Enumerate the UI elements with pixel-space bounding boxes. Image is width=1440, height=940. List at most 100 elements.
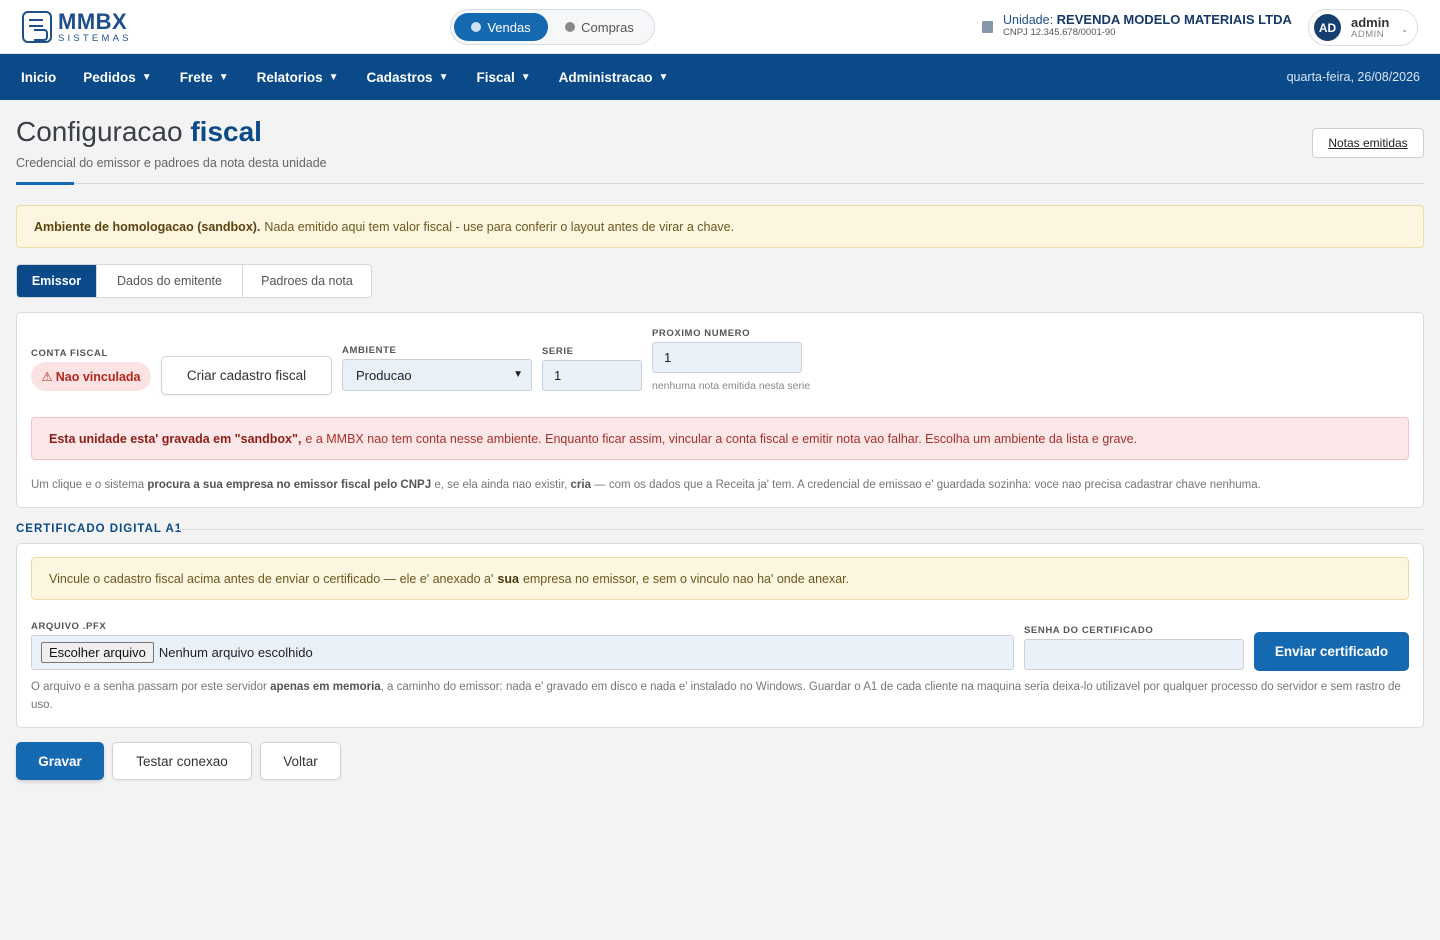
nav-item-label: Administracao [558, 69, 653, 85]
proximo-numero-input[interactable]: 1 [652, 342, 802, 373]
caret-down-icon: ▼ [438, 71, 449, 83]
building-icon [982, 21, 993, 33]
page-title-light: Configuracao [16, 116, 183, 147]
file-status: Nenhum arquivo escolhido [158, 645, 313, 660]
voltar-button[interactable]: Voltar [260, 742, 341, 780]
proximo-numero-value: 1 [664, 350, 672, 365]
note-text: e, se ela ainda nao existir, [434, 479, 568, 491]
section-divider [176, 529, 1424, 530]
mode-vendas-label: Vendas [487, 19, 531, 35]
senha-certificado-label: SENHA DO CERTIFICADO [1024, 625, 1154, 636]
user-name: admin [1351, 14, 1390, 30]
testar-conexao-button[interactable]: Testar conexao [112, 742, 252, 780]
user-role: ADMIN [1351, 28, 1385, 40]
certificado-card: Vincule o cadastro fiscal acima antes de… [16, 543, 1424, 728]
header-divider-accent [16, 182, 74, 185]
escolher-arquivo-button[interactable]: Escolher arquivo [41, 642, 154, 663]
mode-switch: Vendas Compras [450, 9, 655, 45]
warning-bold: sua [497, 571, 519, 586]
brand-sub: SISTEMAS [58, 32, 132, 44]
nav-item-label: Fiscal [476, 69, 515, 85]
emissor-help-note: Um clique e o sistema procura a sua empr… [31, 477, 1411, 495]
mode-vendas-button[interactable]: Vendas [454, 13, 548, 41]
emissor-card: CONTA FISCAL ⚠ Nao vinculada Criar cadas… [16, 312, 1424, 508]
warning-icon: ⚠ [41, 370, 53, 384]
serie-label: SERIE [542, 346, 574, 357]
chevron-down-icon: ▼ [513, 369, 523, 380]
arquivo-pfx-label: ARQUIVO .PFX [31, 621, 107, 632]
caret-down-icon: ▼ [520, 71, 531, 83]
certificado-section-title: CERTIFICADO DIGITAL A1 [16, 523, 183, 535]
tab-bar: Emissor Dados do emitente Padroes da not… [16, 264, 372, 298]
ambiente-select[interactable]: Producao ▼ [342, 359, 532, 391]
page-title: Configuracao fiscal [16, 116, 262, 148]
page-subtitle: Credencial do emissor e padroes da nota … [16, 156, 327, 170]
note-bold: cria [570, 479, 591, 491]
main-nav: Inicio Pedidos ▼ Frete ▼ Relatorios ▼ Cadas… [0, 54, 1440, 100]
conta-fiscal-label: CONTA FISCAL [31, 348, 108, 359]
nav-item-frete[interactable]: Frete ▼ [180, 70, 229, 85]
top-header: MMBX SISTEMAS Vendas Compras Unidade: RE… [0, 0, 1440, 54]
note-text: — com os dados que a Receita ja' tem. A … [594, 479, 1261, 491]
sandbox-warning: Ambiente de homologacao (sandbox). Nada … [16, 205, 1424, 248]
status-badge: ⚠ Nao vinculada [31, 362, 151, 391]
unit-cnpj: CNPJ 12.345.678/0001-90 [1003, 26, 1116, 38]
criar-cadastro-fiscal-button[interactable]: Criar cadastro fiscal [161, 356, 332, 395]
note-text: Um clique e o sistema [31, 479, 145, 491]
brand-name: MMBX [58, 8, 128, 34]
nav-item-inicio[interactable]: Inicio [21, 70, 56, 85]
ambiente-select-value: Producao [356, 367, 412, 383]
notas-emitidas-button[interactable]: Notas emitidas [1312, 128, 1424, 158]
unit-name: REVENDA MODELO MATERIAIS LTDA [1056, 12, 1292, 27]
nav-item-label: Frete [179, 69, 213, 85]
tab-emissor[interactable]: Emissor [17, 265, 97, 297]
nav-item-label: Relatorios [256, 69, 323, 85]
gravar-button[interactable]: Gravar [16, 742, 104, 780]
brand-logo[interactable]: MMBX SISTEMAS [22, 10, 132, 44]
certificado-help-note: O arquivo e a senha passam por este serv… [31, 679, 1411, 715]
user-menu[interactable]: AD admin ADMIN ⌄ [1308, 9, 1418, 46]
note-bold: apenas em memoria [270, 681, 381, 693]
nav-item-relatorios[interactable]: Relatorios ▼ [257, 70, 339, 85]
unit-info: Unidade: REVENDA MODELO MATERIAIS LTDA C… [982, 12, 1292, 41]
note-text: O arquivo e a senha passam por este serv… [31, 681, 267, 693]
caret-down-icon: ▼ [658, 71, 669, 83]
tab-dados-do-emitente[interactable]: Dados do emitente [97, 265, 243, 297]
header-divider [16, 183, 1424, 184]
compras-icon [565, 22, 576, 32]
proximo-numero-hint: nenhuma nota emitida nesta serie [652, 380, 811, 392]
mode-compras-label: Compras [581, 19, 634, 35]
sandbox-warning-text: Nada emitido aqui tem valor fiscal - use… [264, 219, 735, 234]
enviar-certificado-button[interactable]: Enviar certificado [1254, 632, 1409, 671]
warning-text: Vincule o cadastro fiscal acima antes de… [49, 571, 494, 586]
chevron-down-icon: ⌄ [1401, 25, 1408, 34]
ambiente-error-alert: Esta unidade esta' gravada em "sandbox",… [31, 417, 1409, 460]
ambiente-label: AMBIENTE [342, 345, 397, 356]
brand-mark-icon [22, 11, 52, 43]
sandbox-warning-bold: Ambiente de homologacao (sandbox). [34, 219, 261, 234]
certificado-warning: Vincule o cadastro fiscal acima antes de… [31, 557, 1409, 600]
nav-item-label: Inicio [21, 69, 57, 85]
status-badge-text: Nao vinculada [55, 369, 141, 384]
ambiente-error-bold: Esta unidade esta' gravada em "sandbox", [49, 431, 302, 446]
nav-item-cadastros[interactable]: Cadastros ▼ [367, 70, 449, 85]
nav-item-label: Cadastros [366, 69, 433, 85]
page-title-bold: fiscal [190, 116, 262, 147]
tab-padroes-da-nota[interactable]: Padroes da nota [243, 265, 371, 297]
warning-text: empresa no emissor, e sem o vinculo nao … [522, 571, 850, 586]
nav-item-administracao[interactable]: Administracao ▼ [559, 70, 669, 85]
caret-down-icon: ▼ [328, 71, 339, 83]
unit-label: Unidade: [1003, 13, 1054, 27]
avatar: AD [1314, 14, 1341, 41]
arquivo-pfx-input[interactable]: Escolher arquivo Nenhum arquivo escolhid… [31, 635, 1014, 670]
ambiente-error-text: e a MMBX nao tem conta nesse ambiente. E… [305, 431, 1138, 446]
serie-input[interactable]: 1 [542, 360, 642, 391]
caret-down-icon: ▼ [141, 71, 152, 83]
serie-input-value: 1 [554, 368, 562, 383]
nav-item-pedidos[interactable]: Pedidos ▼ [83, 70, 151, 85]
nav-item-fiscal[interactable]: Fiscal ▼ [476, 70, 530, 85]
senha-certificado-input[interactable] [1024, 639, 1244, 670]
nav-item-label: Pedidos [83, 69, 136, 85]
mode-compras-button[interactable]: Compras [548, 13, 651, 41]
caret-down-icon: ▼ [218, 71, 229, 83]
